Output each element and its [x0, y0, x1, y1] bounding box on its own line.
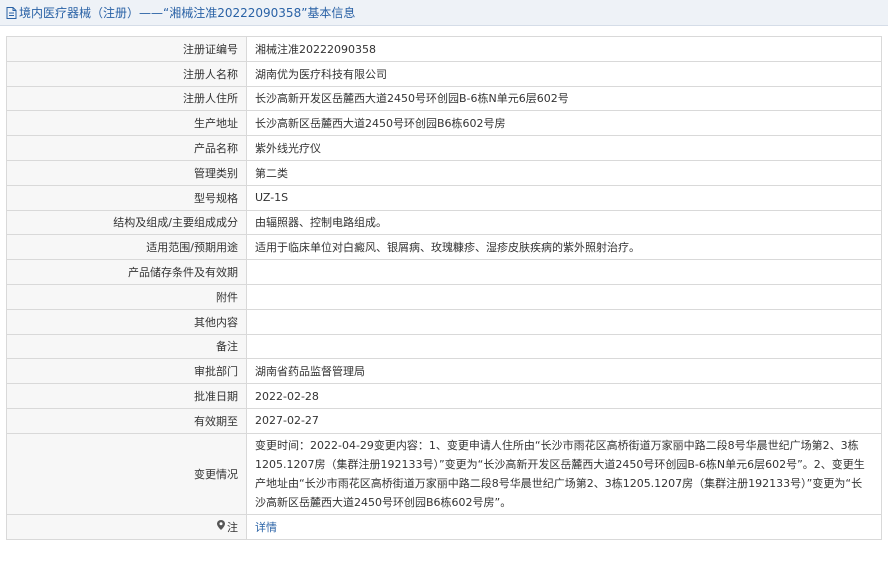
field-label: 结构及组成/主要组成成分	[6, 209, 247, 236]
field-value: 由辐照器、控制电路组成。	[246, 209, 882, 236]
table-row: 有效期至 2027-02-27	[6, 407, 882, 434]
note-label: 注	[227, 520, 238, 534]
page-title: 境内医疗器械（注册）——“湘械注准20222090358”基本信息	[19, 6, 356, 20]
table-row: 产品名称 紫外线光疗仪	[6, 135, 882, 161]
field-value: 变更时间：2022-04-29变更内容：1、变更申请人住所由“长沙市雨花区高桥街…	[246, 432, 882, 515]
field-label: 适用范围/预期用途	[6, 234, 247, 261]
page-header: 境内医疗器械（注册）——“湘械注准20222090358”基本信息	[0, 0, 888, 26]
field-label: 注册证编号	[6, 36, 247, 62]
note-label-cell: 注	[6, 513, 247, 540]
table-row: 注册人住所 长沙高新开发区岳麓西大道2450号环创园B-6栋N单元6层602号	[6, 85, 882, 112]
field-label: 管理类别	[6, 159, 247, 186]
field-label: 生产地址	[6, 110, 247, 137]
field-value: 湖南优为医疗科技有限公司	[246, 60, 882, 87]
field-label: 其他内容	[6, 308, 247, 335]
table-row: 结构及组成/主要组成成分 由辐照器、控制电路组成。	[6, 209, 882, 236]
table-row: 型号规格 UZ-1S	[6, 184, 882, 211]
details-link[interactable]: 详情	[255, 521, 277, 534]
field-value	[246, 259, 882, 285]
field-value: 长沙高新区岳麓西大道2450号环创园B6栋602号房	[246, 110, 882, 137]
field-value	[246, 308, 882, 335]
note-row: 注 详情	[6, 513, 882, 540]
field-value: 2022-02-28	[246, 383, 882, 409]
table-row: 审批部门 湖南省药品监督管理局	[6, 358, 882, 385]
field-label: 注册人住所	[6, 85, 247, 112]
table-row: 注册人名称 湖南优为医疗科技有限公司	[6, 60, 882, 87]
field-label: 产品名称	[6, 135, 247, 161]
field-value: 紫外线光疗仪	[246, 135, 882, 161]
document-icon	[6, 6, 17, 19]
field-label: 变更情况	[6, 432, 247, 515]
table-row: 变更情况 变更时间：2022-04-29变更内容：1、变更申请人住所由“长沙市雨花…	[6, 432, 882, 515]
field-label: 产品储存条件及有效期	[6, 259, 247, 285]
field-value	[246, 333, 882, 360]
field-value: 适用于临床单位对白癜风、银屑病、玫瑰糠疹、湿疹皮肤疾病的紫外照射治疗。	[246, 234, 882, 261]
table-row: 备注	[6, 333, 882, 360]
field-label: 备注	[6, 333, 247, 360]
field-label: 批准日期	[6, 383, 247, 409]
field-value: 2027-02-27	[246, 407, 882, 434]
field-value: 长沙高新开发区岳麓西大道2450号环创园B-6栋N单元6层602号	[246, 85, 882, 112]
field-value: 第二类	[246, 159, 882, 186]
field-label: 有效期至	[6, 407, 247, 434]
table-row: 注册证编号 湘械注准20222090358	[6, 36, 882, 62]
field-value	[246, 283, 882, 310]
table-row: 管理类别 第二类	[6, 159, 882, 186]
field-label: 审批部门	[6, 358, 247, 385]
table-row: 生产地址 长沙高新区岳麓西大道2450号环创园B6栋602号房	[6, 110, 882, 137]
table-row: 其他内容	[6, 308, 882, 335]
field-label: 附件	[6, 283, 247, 310]
note-value-cell: 详情	[246, 513, 882, 540]
field-value: UZ-1S	[246, 184, 882, 211]
table-row: 附件	[6, 283, 882, 310]
table-row: 适用范围/预期用途 适用于临床单位对白癜风、银屑病、玫瑰糠疹、湿疹皮肤疾病的紫外照…	[6, 234, 882, 261]
info-table: 注册证编号 湘械注准20222090358 注册人名称 湖南优为医疗科技有限公司 注册人…	[6, 36, 882, 540]
field-value: 湘械注准20222090358	[246, 36, 882, 62]
field-label: 注册人名称	[6, 60, 247, 87]
table-row: 产品储存条件及有效期	[6, 259, 882, 285]
table-row: 批准日期 2022-02-28	[6, 383, 882, 409]
field-value: 湖南省药品监督管理局	[246, 358, 882, 385]
map-pin-icon	[217, 520, 225, 533]
field-label: 型号规格	[6, 184, 247, 211]
